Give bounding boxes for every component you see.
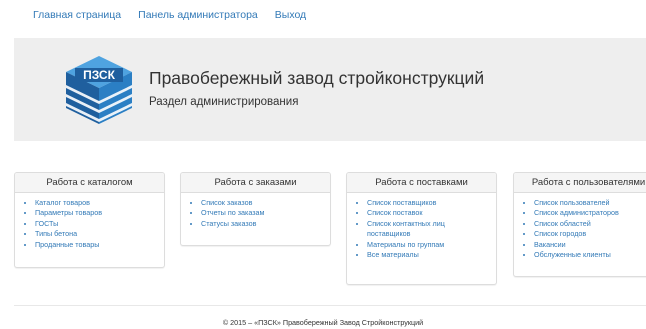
gosts-link[interactable]: ГОСТы (35, 219, 58, 228)
list-item: Все материалы (367, 250, 490, 260)
page-subtitle: Раздел администрирования (149, 96, 299, 108)
panel-orders-list: Список заказов Отчеты по заказам Статусы… (185, 198, 324, 229)
list-item: Каталог товаров (35, 198, 158, 208)
list-item: Список поставок (367, 208, 490, 218)
nav-admin-panel-link[interactable]: Панель администратора (138, 7, 258, 23)
list-item: Список администраторов (534, 208, 646, 218)
list-item: Список поставщиков (367, 198, 490, 208)
nav-logout-link[interactable]: Выход (275, 7, 306, 23)
concrete-types-link[interactable]: Типы бетона (35, 229, 77, 238)
list-item: Типы бетона (35, 229, 158, 239)
suppliers-list-link[interactable]: Список поставщиков (367, 198, 436, 207)
catalog-products-link[interactable]: Каталог товаров (35, 198, 90, 207)
nav-home-link[interactable]: Главная страница (33, 7, 121, 23)
list-item: Проданные товары (35, 240, 158, 250)
panel-users-list: Список пользователей Список администрато… (518, 198, 646, 260)
list-item: Вакансии (534, 240, 646, 250)
list-item: Статусы заказов (201, 219, 324, 229)
page-title: Правобережный завод стройконструкций (149, 68, 485, 88)
panel-catalog-list: Каталог товаров Параметры товаров ГОСТы … (19, 198, 158, 250)
panel-users: Работа с пользователями Список пользоват… (513, 172, 646, 277)
list-item: Материалы по группам (367, 240, 490, 250)
list-item: Список пользователей (534, 198, 646, 208)
panel-users-title: Работа с пользователями (514, 173, 646, 193)
supplies-list-link[interactable]: Список поставок (367, 208, 422, 217)
product-params-link[interactable]: Параметры товаров (35, 208, 102, 217)
served-clients-link[interactable]: Обслуженные клиенты (534, 250, 611, 259)
materials-by-group-link[interactable]: Материалы по группам (367, 240, 444, 249)
panel-supplies-list: Список поставщиков Список поставок Списо… (351, 198, 490, 260)
copyright-footer: © 2015 – «ПЗСК» Правобережный Завод Стро… (222, 318, 424, 327)
panel-catalog-title: Работа с каталогом (15, 173, 164, 193)
company-logo: ПЗСК (66, 56, 132, 124)
all-materials-link[interactable]: Все материалы (367, 250, 419, 259)
panel-orders: Работа с заказами Список заказов Отчеты … (180, 172, 331, 246)
logo-text: ПЗСК (83, 68, 116, 82)
panel-orders-title: Работа с заказами (181, 173, 330, 193)
list-item: ГОСТы (35, 219, 158, 229)
list-item: Список городов (534, 229, 646, 239)
order-reports-link[interactable]: Отчеты по заказам (201, 208, 264, 217)
footer-divider (14, 305, 646, 306)
list-item: Список контактных лиц поставщиков (367, 219, 490, 240)
admins-list-link[interactable]: Список администраторов (534, 208, 619, 217)
list-item: Список заказов (201, 198, 324, 208)
panel-supplies-title: Работа с поставками (347, 173, 496, 193)
orders-list-link[interactable]: Список заказов (201, 198, 252, 207)
panel-catalog: Работа с каталогом Каталог товаров Парам… (14, 172, 165, 268)
order-statuses-link[interactable]: Статусы заказов (201, 219, 256, 228)
vacancies-link[interactable]: Вакансии (534, 240, 566, 249)
list-item: Обслуженные клиенты (534, 250, 646, 260)
list-item: Список областей (534, 219, 646, 229)
cities-list-link[interactable]: Список городов (534, 229, 586, 238)
supplier-contacts-link[interactable]: Список контактных лиц поставщиков (367, 219, 445, 238)
top-navigation: Главная страница Панель администратора В… (33, 7, 323, 23)
list-item: Параметры товаров (35, 208, 158, 218)
users-list-link[interactable]: Список пользователей (534, 198, 610, 207)
list-item: Отчеты по заказам (201, 208, 324, 218)
panel-supplies: Работа с поставками Список поставщиков С… (346, 172, 497, 285)
header-jumbotron: ПЗСК Правобережный завод стройконструкци… (14, 38, 646, 141)
sold-products-link[interactable]: Проданные товары (35, 240, 99, 249)
regions-list-link[interactable]: Список областей (534, 219, 591, 228)
